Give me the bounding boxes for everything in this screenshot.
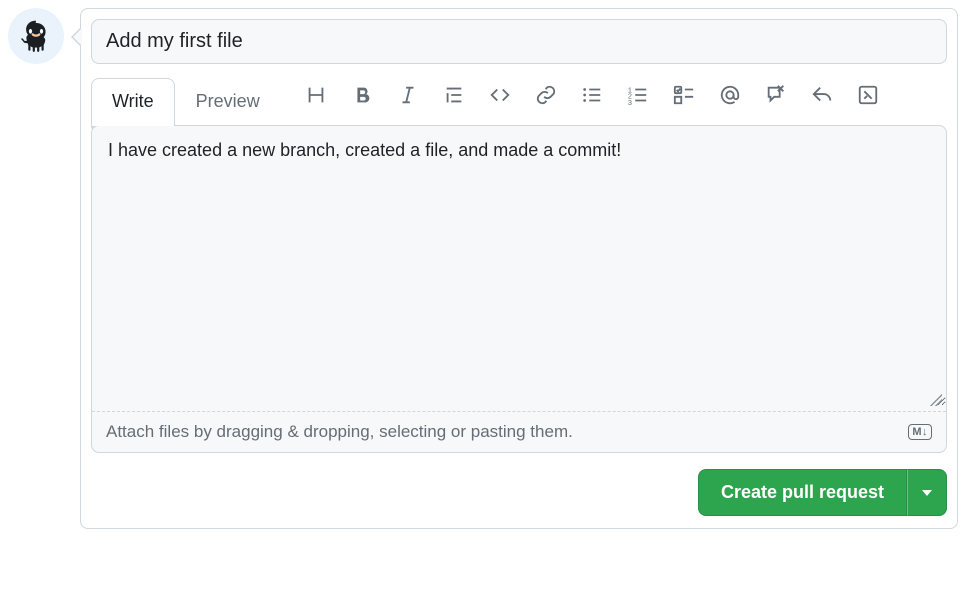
quote-icon[interactable] [443,84,465,106]
task-list-icon[interactable] [673,84,695,106]
markdown-icon[interactable]: M↓ [908,424,932,440]
svg-text:3: 3 [628,98,632,106]
cross-reference-icon[interactable] [765,84,787,106]
create-pull-request-dropdown[interactable] [907,469,947,516]
link-icon[interactable] [535,84,557,106]
attach-hint[interactable]: Attach files by dragging & dropping, sel… [106,422,573,442]
mention-icon[interactable] [719,84,741,106]
avatar[interactable] [8,8,64,64]
tab-write[interactable]: Write [91,78,175,126]
italic-icon[interactable] [397,84,419,106]
form-actions: Create pull request [81,463,957,528]
bulleted-list-icon[interactable] [581,84,603,106]
pr-title-input[interactable] [91,19,947,64]
saved-replies-icon[interactable] [857,84,879,106]
resize-handle-icon[interactable] [930,394,942,406]
create-pull-request-button[interactable]: Create pull request [698,469,907,516]
bold-icon[interactable] [351,84,373,106]
pr-body-textarea[interactable] [92,126,946,406]
formatting-toolbar: 123 [305,78,947,106]
reply-icon[interactable] [811,84,833,106]
comment-form: Write Preview 123 [80,8,958,529]
octocat-icon [14,14,58,58]
numbered-list-icon[interactable]: 123 [627,84,649,106]
editor-tabs: Write Preview [91,78,281,126]
comment-body-area: Attach files by dragging & dropping, sel… [91,125,947,453]
tab-preview[interactable]: Preview [175,78,281,126]
code-icon[interactable] [489,84,511,106]
heading-icon[interactable] [305,84,327,106]
chevron-down-icon [922,490,932,496]
